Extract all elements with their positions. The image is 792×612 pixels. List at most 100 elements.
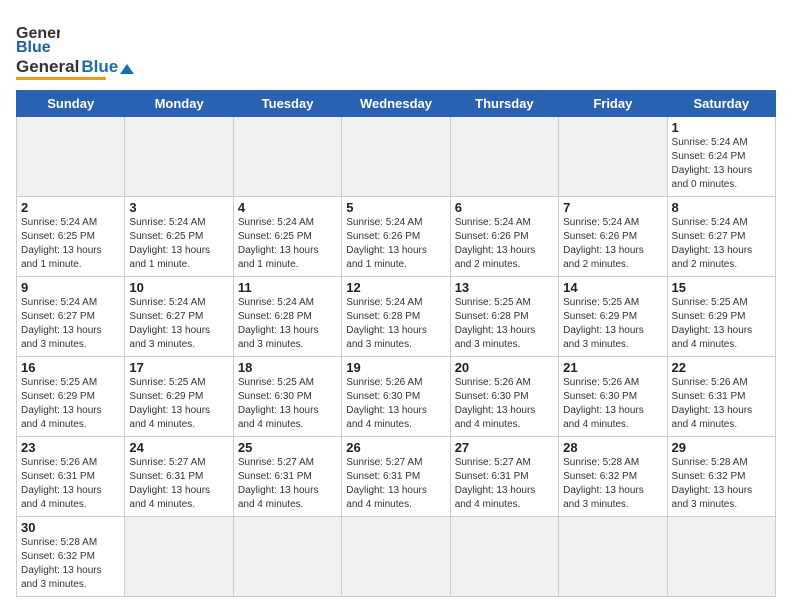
calendar-cell: 12Sunrise: 5:24 AM Sunset: 6:28 PM Dayli… bbox=[342, 277, 450, 357]
day-info: Sunrise: 5:24 AM Sunset: 6:25 PM Dayligh… bbox=[238, 216, 337, 272]
page: General Blue General Blue Sunday Monday … bbox=[0, 0, 792, 609]
day-info: Sunrise: 5:25 AM Sunset: 6:28 PM Dayligh… bbox=[455, 296, 554, 352]
logo-blue-text: Blue bbox=[81, 58, 118, 75]
logo-triangle bbox=[120, 64, 134, 74]
day-info: Sunrise: 5:26 AM Sunset: 6:30 PM Dayligh… bbox=[346, 376, 445, 432]
day-info: Sunrise: 5:24 AM Sunset: 6:26 PM Dayligh… bbox=[455, 216, 554, 272]
day-number: 8 bbox=[672, 200, 771, 215]
header-tuesday: Tuesday bbox=[233, 91, 341, 117]
day-number: 10 bbox=[129, 280, 228, 295]
calendar-cell bbox=[450, 517, 558, 597]
day-info: Sunrise: 5:28 AM Sunset: 6:32 PM Dayligh… bbox=[21, 536, 120, 592]
logo-general: General bbox=[16, 58, 79, 75]
calendar-cell bbox=[233, 117, 341, 197]
calendar-cell: 8Sunrise: 5:24 AM Sunset: 6:27 PM Daylig… bbox=[667, 197, 775, 277]
calendar-cell bbox=[125, 517, 233, 597]
day-info: Sunrise: 5:25 AM Sunset: 6:29 PM Dayligh… bbox=[129, 376, 228, 432]
calendar-cell: 9Sunrise: 5:24 AM Sunset: 6:27 PM Daylig… bbox=[17, 277, 125, 357]
calendar-cell: 27Sunrise: 5:27 AM Sunset: 6:31 PM Dayli… bbox=[450, 437, 558, 517]
day-number: 5 bbox=[346, 200, 445, 215]
calendar-cell: 21Sunrise: 5:26 AM Sunset: 6:30 PM Dayli… bbox=[559, 357, 667, 437]
calendar-cell: 1Sunrise: 5:24 AM Sunset: 6:24 PM Daylig… bbox=[667, 117, 775, 197]
day-number: 14 bbox=[563, 280, 662, 295]
day-number: 13 bbox=[455, 280, 554, 295]
day-info: Sunrise: 5:25 AM Sunset: 6:30 PM Dayligh… bbox=[238, 376, 337, 432]
day-info: Sunrise: 5:26 AM Sunset: 6:31 PM Dayligh… bbox=[672, 376, 771, 432]
day-number: 22 bbox=[672, 360, 771, 375]
day-info: Sunrise: 5:25 AM Sunset: 6:29 PM Dayligh… bbox=[563, 296, 662, 352]
day-number: 1 bbox=[672, 120, 771, 135]
calendar-cell: 2Sunrise: 5:24 AM Sunset: 6:25 PM Daylig… bbox=[17, 197, 125, 277]
calendar-week-row: 30Sunrise: 5:28 AM Sunset: 6:32 PM Dayli… bbox=[17, 517, 776, 597]
logo: General Blue General Blue bbox=[16, 16, 134, 80]
day-info: Sunrise: 5:24 AM Sunset: 6:26 PM Dayligh… bbox=[346, 216, 445, 272]
day-number: 21 bbox=[563, 360, 662, 375]
calendar-cell bbox=[450, 117, 558, 197]
weekday-header-row: Sunday Monday Tuesday Wednesday Thursday… bbox=[17, 91, 776, 117]
header-wednesday: Wednesday bbox=[342, 91, 450, 117]
day-info: Sunrise: 5:24 AM Sunset: 6:24 PM Dayligh… bbox=[672, 136, 771, 192]
calendar-cell: 17Sunrise: 5:25 AM Sunset: 6:29 PM Dayli… bbox=[125, 357, 233, 437]
calendar-cell: 7Sunrise: 5:24 AM Sunset: 6:26 PM Daylig… bbox=[559, 197, 667, 277]
calendar-cell: 29Sunrise: 5:28 AM Sunset: 6:32 PM Dayli… bbox=[667, 437, 775, 517]
calendar-week-row: 9Sunrise: 5:24 AM Sunset: 6:27 PM Daylig… bbox=[17, 277, 776, 357]
calendar-cell: 5Sunrise: 5:24 AM Sunset: 6:26 PM Daylig… bbox=[342, 197, 450, 277]
calendar-cell bbox=[559, 517, 667, 597]
calendar-cell: 20Sunrise: 5:26 AM Sunset: 6:30 PM Dayli… bbox=[450, 357, 558, 437]
header: General Blue General Blue bbox=[16, 16, 776, 80]
day-number: 18 bbox=[238, 360, 337, 375]
calendar-week-row: 2Sunrise: 5:24 AM Sunset: 6:25 PM Daylig… bbox=[17, 197, 776, 277]
day-info: Sunrise: 5:24 AM Sunset: 6:26 PM Dayligh… bbox=[563, 216, 662, 272]
calendar-cell: 24Sunrise: 5:27 AM Sunset: 6:31 PM Dayli… bbox=[125, 437, 233, 517]
day-number: 9 bbox=[21, 280, 120, 295]
header-sunday: Sunday bbox=[17, 91, 125, 117]
day-number: 4 bbox=[238, 200, 337, 215]
calendar-cell bbox=[125, 117, 233, 197]
day-info: Sunrise: 5:24 AM Sunset: 6:25 PM Dayligh… bbox=[129, 216, 228, 272]
svg-text:Blue: Blue bbox=[16, 39, 51, 56]
calendar-cell bbox=[559, 117, 667, 197]
logo-icon: General Blue bbox=[16, 16, 60, 58]
day-info: Sunrise: 5:26 AM Sunset: 6:31 PM Dayligh… bbox=[21, 456, 120, 512]
calendar-cell: 22Sunrise: 5:26 AM Sunset: 6:31 PM Dayli… bbox=[667, 357, 775, 437]
day-number: 23 bbox=[21, 440, 120, 455]
calendar-cell: 15Sunrise: 5:25 AM Sunset: 6:29 PM Dayli… bbox=[667, 277, 775, 357]
day-info: Sunrise: 5:24 AM Sunset: 6:25 PM Dayligh… bbox=[21, 216, 120, 272]
calendar-cell: 10Sunrise: 5:24 AM Sunset: 6:27 PM Dayli… bbox=[125, 277, 233, 357]
day-number: 15 bbox=[672, 280, 771, 295]
calendar-cell: 23Sunrise: 5:26 AM Sunset: 6:31 PM Dayli… bbox=[17, 437, 125, 517]
calendar-cell bbox=[342, 517, 450, 597]
calendar-cell: 26Sunrise: 5:27 AM Sunset: 6:31 PM Dayli… bbox=[342, 437, 450, 517]
day-number: 30 bbox=[21, 520, 120, 535]
day-number: 19 bbox=[346, 360, 445, 375]
day-info: Sunrise: 5:24 AM Sunset: 6:28 PM Dayligh… bbox=[238, 296, 337, 352]
day-info: Sunrise: 5:25 AM Sunset: 6:29 PM Dayligh… bbox=[21, 376, 120, 432]
calendar-cell: 13Sunrise: 5:25 AM Sunset: 6:28 PM Dayli… bbox=[450, 277, 558, 357]
calendar-cell bbox=[233, 517, 341, 597]
day-info: Sunrise: 5:26 AM Sunset: 6:30 PM Dayligh… bbox=[455, 376, 554, 432]
calendar-cell: 14Sunrise: 5:25 AM Sunset: 6:29 PM Dayli… bbox=[559, 277, 667, 357]
day-number: 26 bbox=[346, 440, 445, 455]
day-number: 29 bbox=[672, 440, 771, 455]
day-number: 28 bbox=[563, 440, 662, 455]
day-info: Sunrise: 5:24 AM Sunset: 6:27 PM Dayligh… bbox=[672, 216, 771, 272]
calendar-cell: 18Sunrise: 5:25 AM Sunset: 6:30 PM Dayli… bbox=[233, 357, 341, 437]
day-number: 7 bbox=[563, 200, 662, 215]
calendar-cell bbox=[667, 517, 775, 597]
calendar-week-row: 16Sunrise: 5:25 AM Sunset: 6:29 PM Dayli… bbox=[17, 357, 776, 437]
day-number: 24 bbox=[129, 440, 228, 455]
header-saturday: Saturday bbox=[667, 91, 775, 117]
day-number: 27 bbox=[455, 440, 554, 455]
calendar-cell: 19Sunrise: 5:26 AM Sunset: 6:30 PM Dayli… bbox=[342, 357, 450, 437]
day-info: Sunrise: 5:27 AM Sunset: 6:31 PM Dayligh… bbox=[129, 456, 228, 512]
day-info: Sunrise: 5:24 AM Sunset: 6:27 PM Dayligh… bbox=[21, 296, 120, 352]
header-thursday: Thursday bbox=[450, 91, 558, 117]
day-info: Sunrise: 5:24 AM Sunset: 6:28 PM Dayligh… bbox=[346, 296, 445, 352]
header-friday: Friday bbox=[559, 91, 667, 117]
calendar-cell bbox=[342, 117, 450, 197]
day-info: Sunrise: 5:25 AM Sunset: 6:29 PM Dayligh… bbox=[672, 296, 771, 352]
day-number: 2 bbox=[21, 200, 120, 215]
day-info: Sunrise: 5:27 AM Sunset: 6:31 PM Dayligh… bbox=[346, 456, 445, 512]
calendar-cell: 4Sunrise: 5:24 AM Sunset: 6:25 PM Daylig… bbox=[233, 197, 341, 277]
day-number: 6 bbox=[455, 200, 554, 215]
